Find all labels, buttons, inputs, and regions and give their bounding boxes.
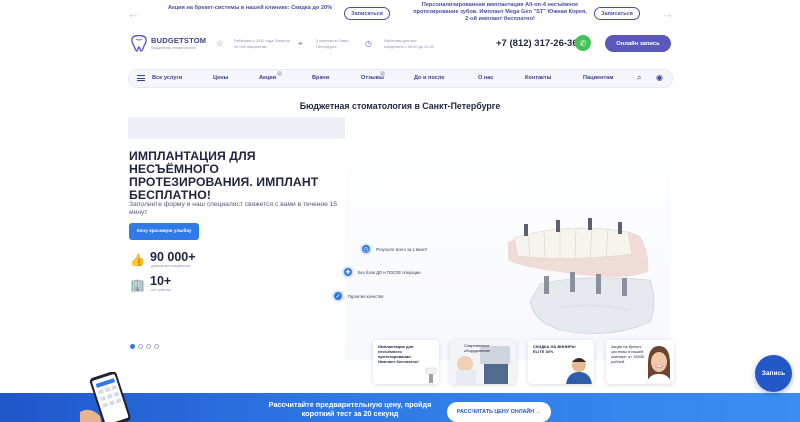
- hero-title: ИМПЛАНТАЦИЯ ДЛЯ НЕСЪЁМНОГО ПРОТЕЗИРОВАНИ…: [129, 149, 319, 202]
- promo-card-implant[interactable]: Имплантация для несъёмного протезировани…: [373, 340, 439, 384]
- accessibility-eye-icon[interactable]: ◉: [656, 73, 663, 82]
- clock-icon: ◷: [365, 39, 372, 48]
- tooth-logo-icon[interactable]: [130, 35, 148, 52]
- slider-dot[interactable]: [130, 344, 135, 349]
- promo-text-1: Акция на брекет-системы в нашей клинике:…: [167, 5, 333, 11]
- smiling-man-photo: [566, 358, 592, 384]
- nav-item-all-services[interactable]: Все услуги: [152, 75, 182, 81]
- nav-item-doctors[interactable]: Врачи: [312, 75, 329, 81]
- arrow-right-icon[interactable]: →: [661, 6, 674, 21]
- reviews-badge: [380, 71, 385, 76]
- hero-subtitle: Заполните форму и наш специалист свяжетс…: [129, 201, 338, 216]
- nav-item-patients[interactable]: Пациентам: [583, 75, 614, 81]
- promo-bar: ← Акция на брекет-системы в нашей клиник…: [0, 0, 800, 27]
- stat-years-number: 10+: [150, 274, 172, 288]
- nav-item-promotions[interactable]: Акции: [259, 75, 276, 81]
- slider-dot[interactable]: [138, 344, 143, 349]
- feature-no-pain: ✚ Без боли ДО и ПОСЛЕ операции: [342, 266, 421, 278]
- stat-years-label: лет работы: [151, 288, 171, 292]
- header-info-clinics: 3 клиники в Санкт-Петербурге: [316, 38, 350, 49]
- logo-subtitle: бюджетная стоматология: [151, 46, 196, 50]
- page: ← Акция на брекет-системы в нашей клиник…: [0, 0, 800, 422]
- arrow-left-icon[interactable]: ←: [127, 6, 140, 21]
- smiling-woman-photo: [645, 346, 673, 384]
- nav-item-before-after[interactable]: До и после: [414, 75, 444, 81]
- implant-thumbnail: [425, 367, 437, 383]
- shield-icon: ✚: [342, 266, 354, 278]
- feature-one-visit: ◷ Результат всего за 1 визит!: [360, 243, 427, 255]
- clock-icon: ◷: [360, 243, 372, 255]
- nav-item-about[interactable]: О нас: [478, 75, 494, 81]
- feature-quality: ✓ Гарантия качества: [332, 290, 383, 302]
- slider-dot[interactable]: [146, 344, 151, 349]
- search-icon[interactable]: ⌕: [637, 73, 641, 83]
- promo-card-veneers[interactable]: СКИДКА НА ВИНИРЫ ELITE 30%: [528, 340, 594, 384]
- stat-patients-label: довольных пациентов: [151, 264, 190, 268]
- implant-illustration: [508, 218, 655, 334]
- promo-text-2: Персонализированная имплантация All-on-4…: [413, 2, 587, 22]
- banner-text: Рассчитайте предварительную цену, пройдя…: [268, 400, 432, 418]
- hero-top-strip: [128, 117, 345, 139]
- promo-card-braces[interactable]: Акция на брекет-системы в нашей клинике:…: [606, 340, 674, 384]
- slider-dots: [130, 344, 159, 349]
- page-title: Бюджетная стоматология в Санкт-Петербург…: [299, 101, 501, 111]
- promo-signup-button-2[interactable]: Записаться: [594, 7, 640, 20]
- check-icon: ✓: [332, 290, 344, 302]
- building-icon: 🏢: [130, 278, 145, 292]
- star-icon: ☆: [216, 39, 224, 48]
- header-info-experience: Работаем с 2012 года Помогли 90 000 паци…: [234, 38, 291, 49]
- location-pin-icon: ⌖: [298, 39, 303, 48]
- menu-burger-icon[interactable]: [137, 75, 145, 81]
- slider-dot[interactable]: [154, 344, 159, 349]
- header-info-hours: Работаем для вас ежедневно с 09:00 до 21…: [384, 38, 434, 49]
- phone-number[interactable]: +7 (812) 317-26-36: [496, 38, 578, 49]
- stat-patients-number: 90 000+: [150, 250, 196, 264]
- record-button[interactable]: Запись: [755, 355, 792, 392]
- hero-cta-button[interactable]: Хочу красивую улыбку: [129, 223, 199, 240]
- promo-card-equipment[interactable]: Современное оборудование: [450, 340, 516, 384]
- online-booking-button[interactable]: Онлайн запись: [605, 35, 671, 52]
- nav-item-prices[interactable]: Цены: [213, 75, 228, 81]
- promotions-badge: [277, 71, 282, 76]
- nav-item-contacts[interactable]: Контакты: [525, 75, 551, 81]
- whatsapp-icon[interactable]: ✆: [575, 35, 591, 51]
- nav-item-reviews[interactable]: Отзывы: [361, 75, 384, 81]
- smartphone-illustration: [80, 372, 131, 422]
- promo-signup-button-1[interactable]: Записаться: [344, 7, 390, 20]
- thumbs-up-icon: 👍: [130, 253, 145, 267]
- logo-title[interactable]: BUDGETSTOM: [151, 36, 206, 45]
- calculate-price-button[interactable]: РАССЧИТАТЬ ЦЕНУ ОНЛАЙН →: [447, 402, 551, 422]
